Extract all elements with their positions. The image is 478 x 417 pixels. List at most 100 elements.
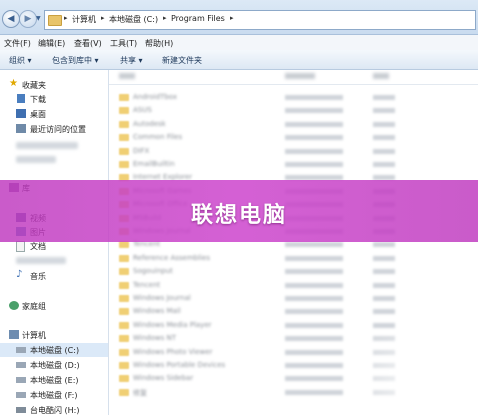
file-row[interactable]: DIFX: [109, 146, 478, 158]
file-row[interactable]: Reference Assemblies: [109, 253, 478, 265]
overlay-banner: 联想电脑: [0, 180, 478, 242]
file-row[interactable]: EmailBuiltin: [109, 159, 478, 171]
file-type: [373, 135, 395, 141]
file-name: Windows Mail: [133, 307, 181, 316]
nav-homegroup[interactable]: 家庭组: [0, 299, 108, 313]
desktop-icon: [16, 109, 26, 118]
file-name: Windows Portable Devices: [133, 361, 226, 369]
file-row[interactable]: Tencent: [109, 280, 478, 292]
menu-help[interactable]: 帮助(H): [145, 38, 173, 49]
nav-drive-e[interactable]: 本地磁盘 (E:): [0, 373, 108, 387]
homegroup-icon: [9, 301, 19, 310]
chevron-right-icon[interactable]: ▸: [230, 14, 234, 22]
chevron-right-icon[interactable]: ▸: [163, 14, 167, 22]
file-date: [285, 162, 343, 167]
breadcrumb[interactable]: ▸ 计算机 ▸ 本地磁盘 (C:) ▸ Program Files ▸: [44, 10, 476, 30]
computer-icon: [9, 330, 19, 339]
menu-file[interactable]: 文件(F): [4, 38, 31, 49]
nav-label: 桌面: [30, 110, 46, 119]
music-icon: ♪: [16, 269, 23, 280]
file-type: [373, 269, 395, 275]
nav-label: 本地磁盘 (D:): [30, 361, 80, 370]
file-date: [285, 148, 343, 154]
file-type: [373, 309, 395, 315]
file-row[interactable]: Common Files: [109, 132, 478, 144]
file-date: [285, 95, 343, 100]
folder-icon: [119, 134, 129, 142]
file-date: [285, 135, 343, 141]
nav-drive-c[interactable]: 本地磁盘 (C:): [0, 343, 108, 357]
column-name-header[interactable]: [119, 73, 135, 79]
folder-icon: [119, 241, 129, 249]
file-name: ASUS: [133, 106, 152, 115]
forward-button[interactable]: ▶: [19, 10, 37, 28]
file-row[interactable]: ASUS: [109, 105, 478, 117]
nav-label: 最近访问的位置: [30, 125, 86, 134]
new-folder-button[interactable]: 新建文件夹: [162, 55, 202, 66]
file-name: DIFX: [133, 146, 150, 155]
file-date: [285, 282, 343, 288]
back-arrow-icon: ◀: [7, 14, 15, 24]
file-row[interactable]: Windows Mail: [109, 306, 478, 318]
include-in-library-button[interactable]: 包含到库中 ▾: [52, 55, 99, 66]
share-button[interactable]: 共享 ▾: [120, 55, 143, 66]
file-row[interactable]: AndroidTbox: [109, 92, 478, 104]
file-date: [285, 255, 343, 261]
folder-icon: [119, 120, 129, 128]
file-name: Autodesk: [133, 119, 166, 128]
nav-favorites[interactable]: ★ 收藏夹: [0, 78, 108, 92]
file-date: [285, 309, 343, 315]
recent-pages-dropdown-icon[interactable]: ▼: [36, 15, 41, 22]
folder-icon: [119, 348, 129, 356]
file-date: [285, 242, 343, 248]
nav-music[interactable]: ♪ 音乐: [0, 269, 108, 283]
drive-icon: [16, 377, 26, 383]
nav-recent-places[interactable]: 最近访问的位置: [0, 122, 108, 136]
breadcrumb-program-files[interactable]: Program Files: [171, 14, 225, 23]
folder-icon: [119, 295, 129, 302]
recent-places-icon: [16, 124, 26, 133]
nav-label: 音乐: [30, 272, 46, 281]
menu-edit[interactable]: 编辑(E): [38, 38, 65, 49]
column-type-header[interactable]: [373, 73, 389, 79]
blurred-nav-item: [16, 257, 66, 264]
file-row[interactable]: Windows Journal: [109, 293, 478, 305]
file-type: [373, 95, 395, 100]
banner-title: 联想电脑: [190, 203, 287, 228]
file-type: [373, 242, 395, 248]
file-date: [285, 322, 343, 328]
nav-computer[interactable]: 计算机: [0, 328, 108, 342]
folder-icon: [119, 147, 129, 155]
nav-drive-f[interactable]: 本地磁盘 (F:): [0, 388, 108, 402]
menu-tools[interactable]: 工具(T): [110, 38, 137, 49]
folder-icon: [119, 254, 129, 262]
breadcrumb-drive-c[interactable]: 本地磁盘 (C:): [109, 14, 158, 25]
nav-downloads[interactable]: 下载: [0, 92, 108, 106]
file-date: [285, 269, 343, 275]
nav-drive-d[interactable]: 本地磁盘 (D:): [0, 358, 108, 372]
folder-icon: [119, 375, 129, 383]
chevron-right-icon[interactable]: ▸: [64, 14, 68, 22]
file-name: 修复: [133, 388, 147, 397]
organize-button[interactable]: 组织 ▾: [9, 55, 32, 66]
file-date: [285, 108, 343, 114]
file-name: Windows NT: [133, 334, 176, 343]
nav-label: 家庭组: [22, 302, 46, 311]
usb-drive-icon: [16, 407, 26, 413]
nav-label: 文档: [30, 242, 46, 251]
column-date-header[interactable]: [285, 73, 315, 79]
nav-label: 计算机: [22, 331, 46, 340]
file-name: Common Files: [133, 133, 183, 142]
file-date: [285, 363, 343, 368]
breadcrumb-computer[interactable]: 计算机: [72, 14, 96, 25]
back-button[interactable]: ◀: [2, 10, 20, 28]
nav-desktop[interactable]: 桌面: [0, 107, 108, 121]
file-row[interactable]: Sogouinput: [109, 266, 478, 278]
file-date: [285, 296, 343, 301]
forward-arrow-icon: ▶: [24, 14, 32, 24]
file-type: [373, 121, 395, 127]
menu-view[interactable]: 查看(V): [74, 38, 102, 49]
chevron-right-icon[interactable]: ▸: [101, 14, 105, 22]
file-name: AndroidTbox: [133, 93, 177, 101]
file-row[interactable]: Autodesk: [109, 119, 478, 131]
